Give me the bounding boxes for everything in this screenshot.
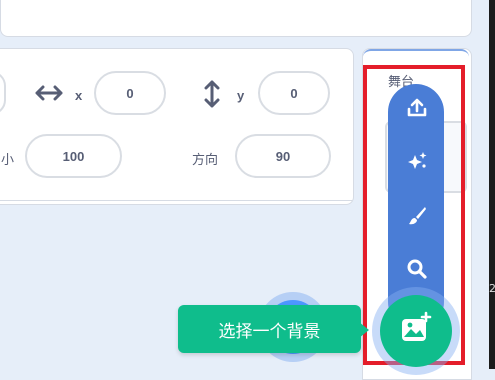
x-label: x	[75, 88, 83, 103]
x-position-input[interactable]: 0	[94, 71, 166, 115]
surprise-backdrop-button[interactable]	[402, 148, 432, 178]
stage-canvas-bottom	[0, 0, 472, 37]
choose-backdrop-search-button[interactable]	[402, 256, 432, 286]
size-label: 小	[1, 152, 15, 167]
tooltip-arrow	[359, 322, 369, 338]
y-position-input[interactable]: 0	[258, 71, 330, 115]
search-icon	[406, 258, 428, 285]
side-glyph: 2	[489, 282, 495, 295]
y-label: y	[237, 88, 245, 103]
upload-icon	[406, 97, 428, 124]
window-gap	[484, 0, 489, 369]
surprise-icon	[405, 149, 429, 178]
direction-label: 方向	[192, 152, 219, 167]
stage-panel-top	[363, 49, 469, 65]
choose-backdrop-button[interactable]	[380, 295, 452, 367]
direction-input[interactable]: 90	[235, 134, 331, 178]
vertical-arrows-icon	[202, 80, 222, 113]
sprite-panel-divider	[0, 200, 352, 201]
horizontal-arrows-icon	[35, 83, 63, 108]
upload-backdrop-button[interactable]	[402, 95, 432, 125]
paint-backdrop-button[interactable]	[402, 203, 432, 233]
paint-icon	[405, 204, 429, 233]
size-input[interactable]: 100	[25, 134, 122, 178]
choose-backdrop-icon	[398, 311, 434, 352]
backdrop-tooltip: 选择一个背景	[178, 305, 361, 353]
